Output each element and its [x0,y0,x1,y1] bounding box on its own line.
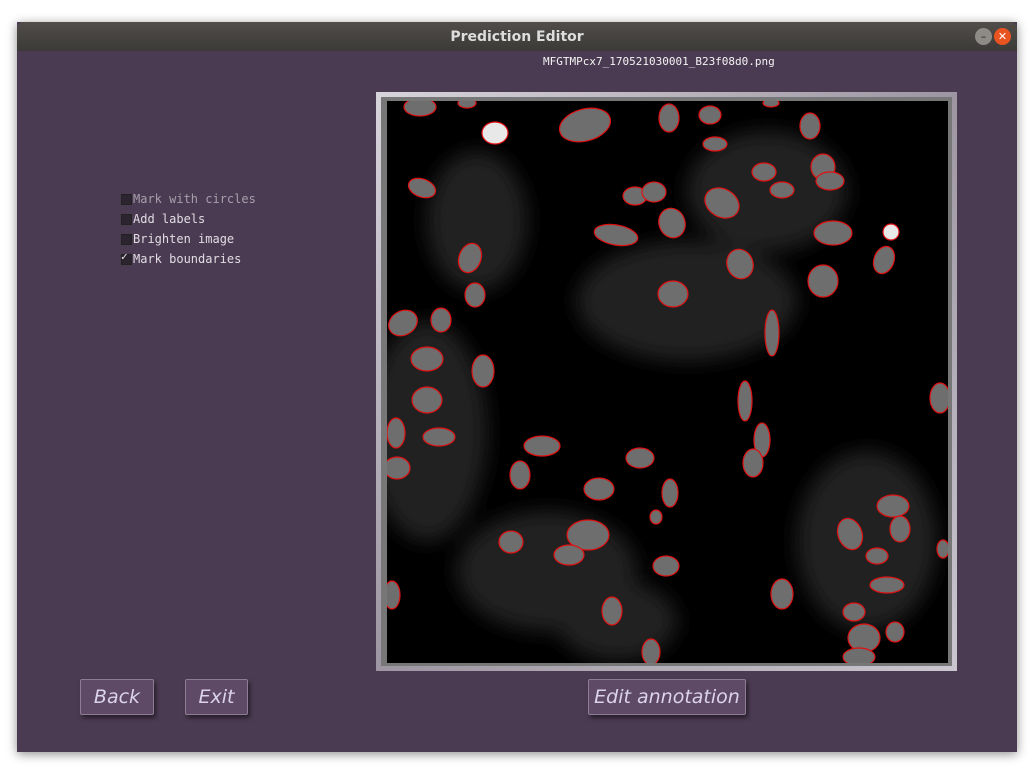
close-icon[interactable]: ✕ [994,28,1011,45]
add-labels-label: Add labels [133,212,206,226]
microscopy-image[interactable] [387,101,948,663]
add-labels-checkbox[interactable] [121,213,132,225]
image-filename: MFGTMPcx7_170521030001_B23f08d0.png [543,55,775,68]
window-title: Prediction Editor [450,29,584,45]
mark-circles-checkbox[interactable] [121,193,132,205]
mark-boundaries-label: Mark boundaries [133,252,242,266]
nuclei-image [387,101,948,663]
add-labels-option[interactable]: Add labels [121,212,205,226]
brighten-image-checkbox[interactable] [121,233,132,245]
brighten-image-label: Brighten image [133,232,235,246]
mark-boundaries-option[interactable]: Mark boundaries [121,250,242,266]
mark-circles-option[interactable]: Mark with circles [121,192,256,206]
back-button[interactable]: Back [80,679,154,715]
minimize-icon[interactable]: – [975,28,992,45]
title-bar: Prediction Editor – ✕ [17,22,1017,51]
mark-boundaries-checkbox[interactable] [121,250,132,265]
brighten-image-option[interactable]: Brighten image [121,232,234,246]
exit-button[interactable]: Exit [185,679,248,715]
edit-annotation-button[interactable]: Edit annotation [588,679,746,715]
mark-circles-label: Mark with circles [133,192,256,206]
